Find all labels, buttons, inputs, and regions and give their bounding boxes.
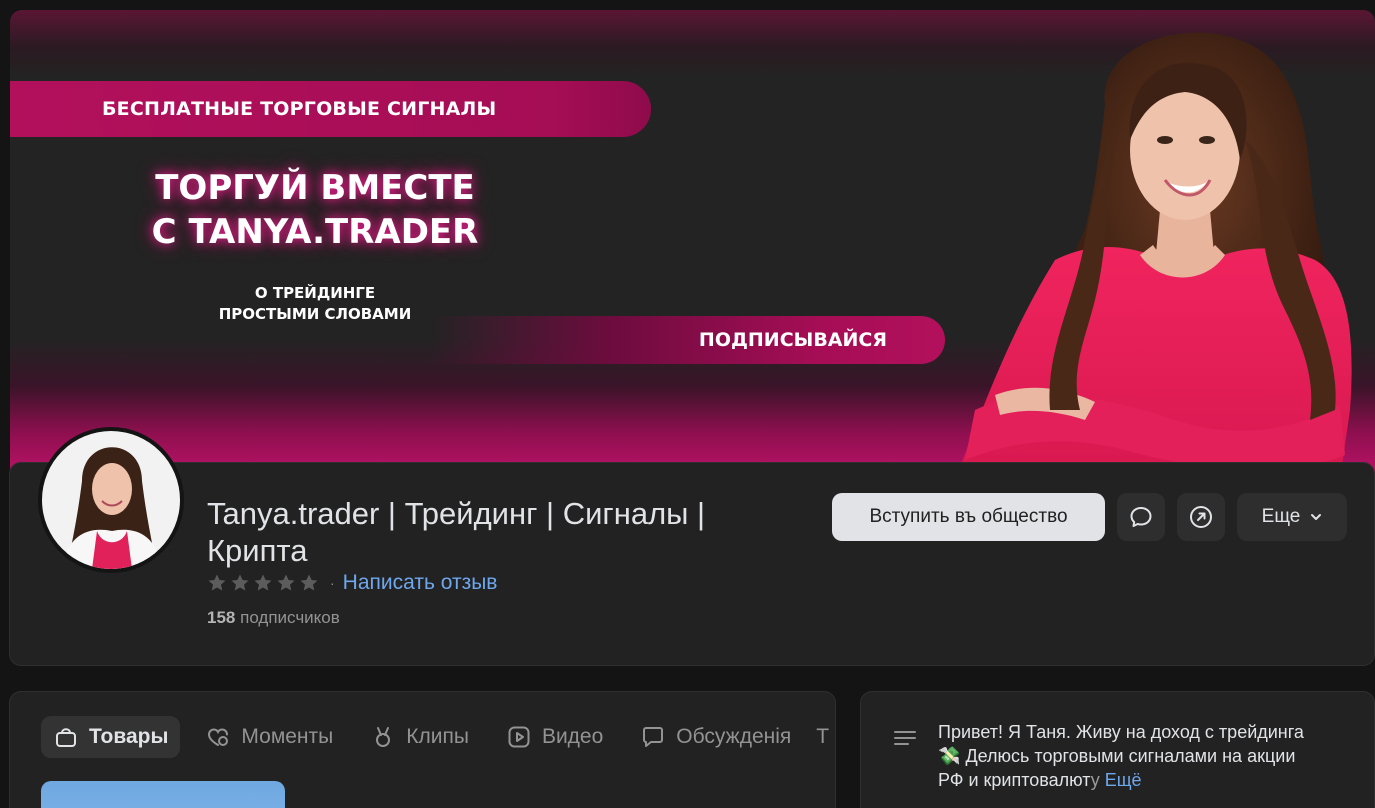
cover-headline-line1: ТОРГУЙ ВМЕСТЕ [155,168,475,208]
separator-dot: · [330,575,335,591]
rating-star-icon[interactable] [230,573,250,593]
rating-star-icon[interactable] [207,573,227,593]
product-thumbnail[interactable] [41,781,285,808]
tab-products-label: Товары [89,725,169,748]
cover-banner: БЕСПЛАТНЫЕ ТОРГОВЫЕ СИГНАЛЫ ТОРГУЙ ВМЕСТ… [10,10,1375,480]
message-button[interactable] [1117,493,1165,541]
rating-star-icon[interactable] [299,573,319,593]
cover-cta-pill: ПОДПИСЫВАЙСЯ [430,316,945,364]
write-review-link[interactable]: Написать отзыв [343,571,498,595]
group-avatar[interactable] [38,427,184,573]
description-lines-icon [894,731,916,745]
cover-subtitle-line1: О ТРЕЙДИНГЕ [254,284,376,302]
rating-row: · Написать отзыв [207,570,497,596]
about-line3: РФ и криптовалюту Ещё [938,768,1358,792]
share-arrow-icon [1190,506,1212,528]
about-card: Привет! Я Таня. Живу на доход с трейдинг… [860,691,1375,808]
content-tabs: Товары Моменты Клипы Видео Обсужденія Т [41,716,829,758]
tab-moments-label: Моменты [241,725,334,748]
subscribers-label: подписчиков [240,608,340,627]
subscribers-count[interactable]: 158 подписчиков [207,608,340,628]
content-tabs-card: Товары Моменты Клипы Видео Обсужденія Т [9,691,836,808]
cover-top-pill: БЕСПЛАТНЫЕ ТОРГОВЫЕ СИГНАЛЫ [10,81,651,137]
about-line2: 💸 Делюсь торговыми сигналами на акции [938,744,1358,768]
chat-bubble-icon [1130,507,1152,527]
clips-icon [376,727,391,747]
discussion-icon [643,727,664,747]
rating-star-icon[interactable] [253,573,273,593]
cover-headline-line2: С TANYA.TRADER [151,212,479,252]
about-line1: Привет! Я Таня. Живу на доход с трейдинг… [938,722,1304,742]
about-description: Привет! Я Таня. Живу на доход с трейдинг… [938,720,1358,792]
chevron-down-icon [1311,514,1322,520]
more-button[interactable]: Еще [1237,493,1347,541]
rating-stars[interactable] [207,573,322,593]
tab-video-label: Видео [541,725,604,748]
about-line3-text: РФ и криптовалют [938,770,1091,790]
heart-moments-icon [208,728,229,746]
group-title: Tanya.trader | Трейдинг | Сигналы | Крип… [207,496,706,568]
tab-discussions[interactable]: Обсужденія [628,716,803,758]
about-more-link[interactable]: Ещё [1105,770,1142,790]
subscribers-number: 158 [207,608,236,627]
cover-subtitle: О ТРЕЙДИНГЕ ПРОСТЫМИ СЛОВАМИ [180,283,450,325]
money-emoji: 💸 [938,746,961,766]
about-line3-fade: у [1090,770,1100,790]
share-button[interactable] [1177,493,1225,541]
tab-clips-label: Клипы [406,725,469,748]
tab-discussions-label: Обсужденія [676,725,792,748]
avatar-image [42,431,180,569]
cover-portrait-image [955,32,1352,480]
tab-clips[interactable]: Клипы [358,716,481,758]
cover-headline: ТОРГУЙ ВМЕСТЕ С TANYA.TRADER [130,166,500,254]
rating-star-icon[interactable] [276,573,296,593]
about-line2-text: Делюсь торговыми сигналами на акции [965,746,1296,766]
tab-moments[interactable]: Моменты [193,716,345,758]
more-button-label: Еще [1261,506,1301,527]
tab-products[interactable]: Товары [41,716,181,758]
video-icon [508,726,530,748]
cover-cta-text: ПОДПИСЫВАЙСЯ [698,329,887,351]
tabs-overflow[interactable]: Т [816,725,829,749]
cover-top-pill-text: БЕСПЛАТНЫЕ ТОРГОВЫЕ СИГНАЛЫ [102,98,497,120]
shopping-bag-icon [56,728,76,747]
cover-subtitle-line2: ПРОСТЫМИ СЛОВАМИ [218,305,412,323]
join-community-button[interactable]: Вступить въ общество [832,493,1105,541]
tab-video[interactable]: Видео [494,716,615,758]
